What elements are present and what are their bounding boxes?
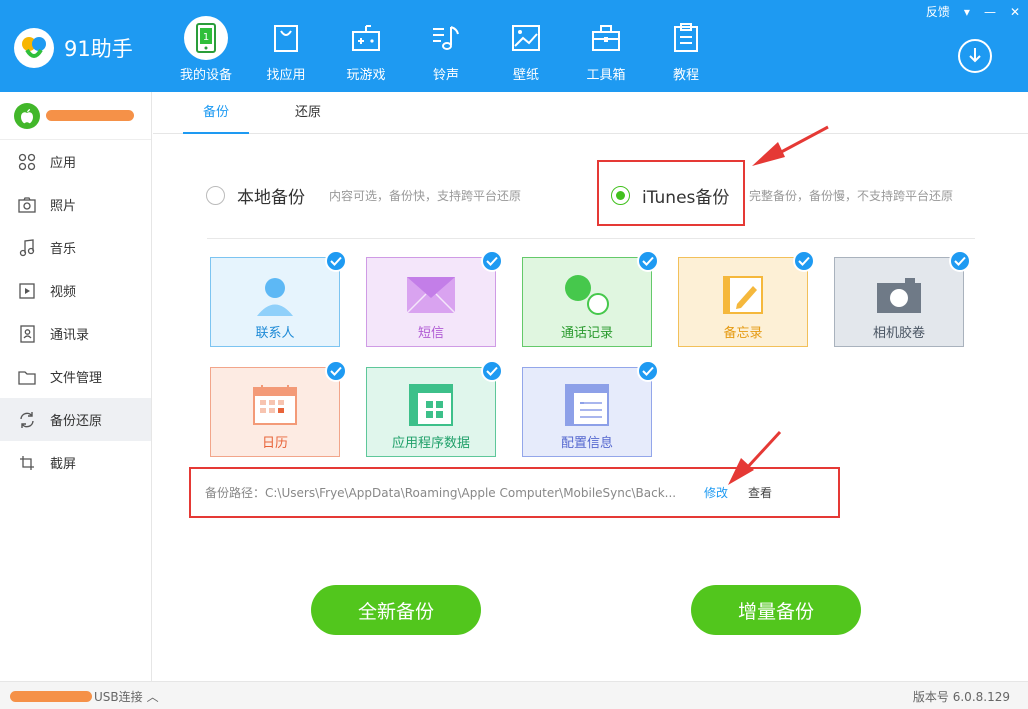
annotation-arrows	[728, 125, 829, 485]
version-label: 版本号 6.0.8.129	[912, 690, 1010, 704]
device-name-redacted	[10, 691, 92, 702]
connection-label: USB连接	[94, 690, 143, 704]
status-bar: USB连接 ︿ 版本号 6.0.8.129	[0, 681, 1028, 709]
chevron-up-icon: ︿	[146, 690, 159, 704]
connection-status[interactable]: USB连接 ︿	[10, 688, 159, 705]
incremental-backup-button[interactable]: 增量备份	[691, 585, 861, 635]
new-backup-button[interactable]: 全新备份	[311, 585, 481, 635]
